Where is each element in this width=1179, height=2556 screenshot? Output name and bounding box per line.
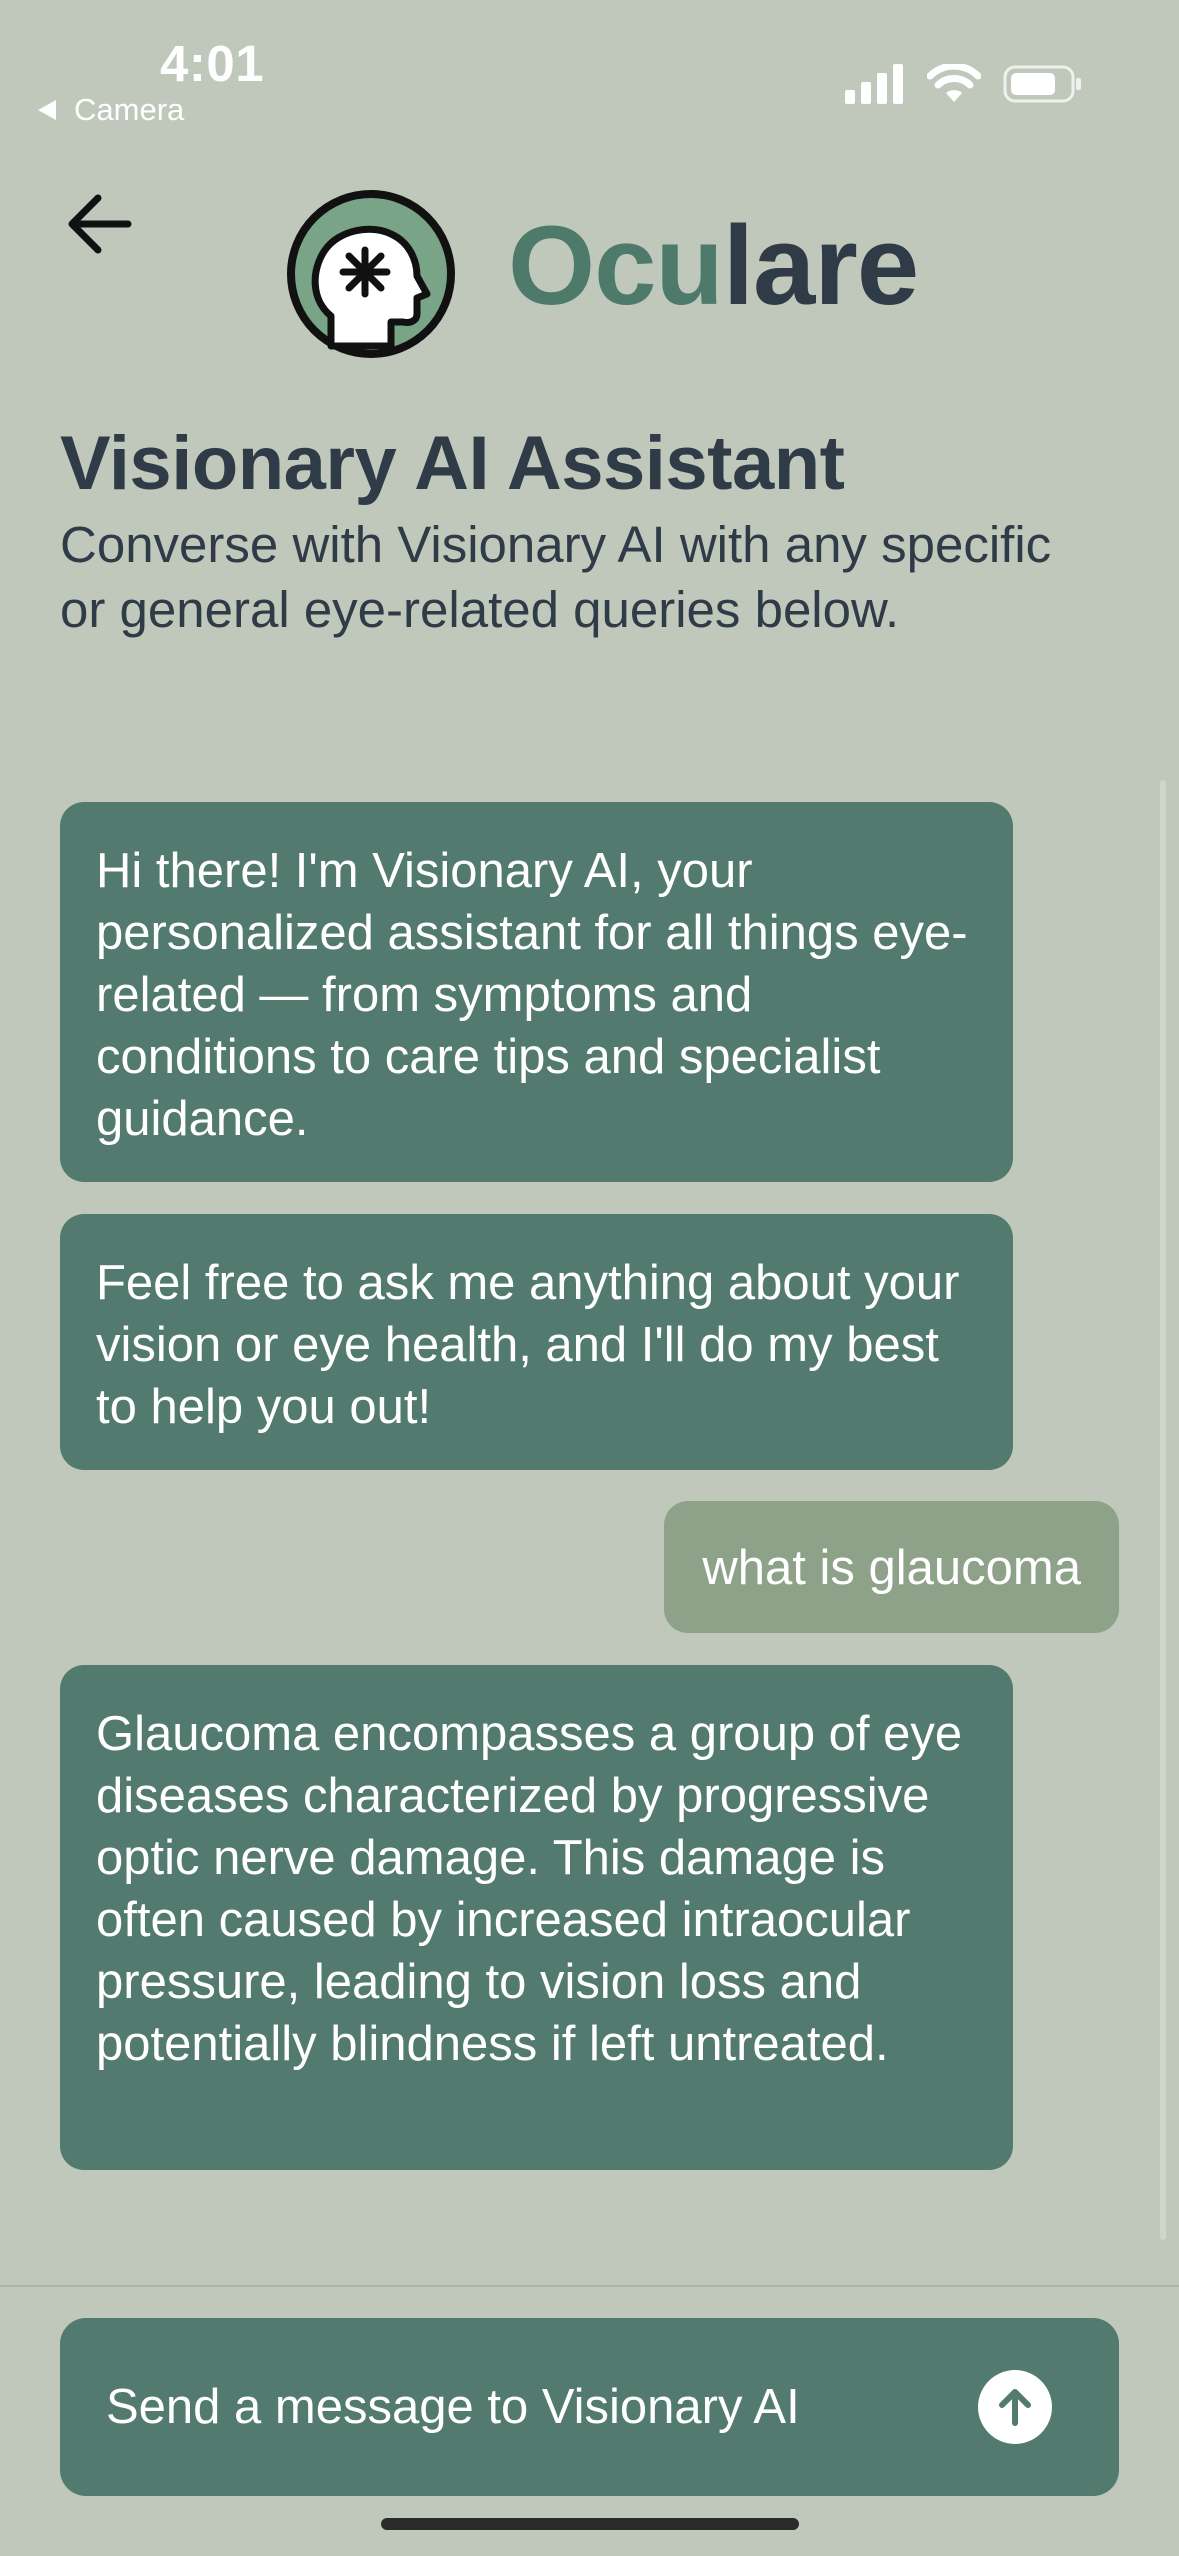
page-title: Visionary AI Assistant bbox=[60, 421, 845, 506]
composer-divider bbox=[0, 2285, 1179, 2287]
back-app-label: Camera bbox=[74, 92, 185, 127]
status-time: 4:01 bbox=[160, 35, 265, 92]
message-input[interactable] bbox=[106, 2368, 986, 2446]
back-button[interactable] bbox=[66, 190, 138, 258]
arrow-left-icon bbox=[68, 194, 132, 254]
brand-part-2: lare bbox=[722, 203, 919, 328]
page-subtitle: Converse with Visionary AI with any spec… bbox=[60, 516, 1052, 638]
wifi-icon bbox=[927, 64, 981, 102]
message-composer bbox=[60, 2318, 1119, 2496]
user-message: what is glaucoma bbox=[664, 1501, 1119, 1633]
battery-icon bbox=[1003, 65, 1081, 103]
head-eye-logo-icon bbox=[287, 190, 455, 358]
send-button[interactable] bbox=[978, 2370, 1052, 2444]
status-icons bbox=[845, 64, 1083, 104]
assistant-message: Hi there! I'm Visionary AI, your persona… bbox=[60, 802, 1013, 1182]
assistant-message: Feel free to ask me anything about your … bbox=[60, 1214, 1013, 1470]
back-triangle-icon bbox=[38, 100, 56, 120]
assistant-message: Glaucoma encompasses a group of eye dise… bbox=[60, 1665, 1013, 2170]
brand-name: Oculare bbox=[508, 210, 919, 322]
cellular-signal-icon bbox=[845, 64, 903, 104]
brand-part-1: Ocu bbox=[508, 203, 724, 328]
back-to-app-link[interactable]: Camera bbox=[38, 92, 184, 128]
home-indicator bbox=[381, 2518, 799, 2530]
chat-scrollbar[interactable] bbox=[1160, 780, 1166, 2240]
arrow-up-icon bbox=[999, 2389, 1031, 2426]
